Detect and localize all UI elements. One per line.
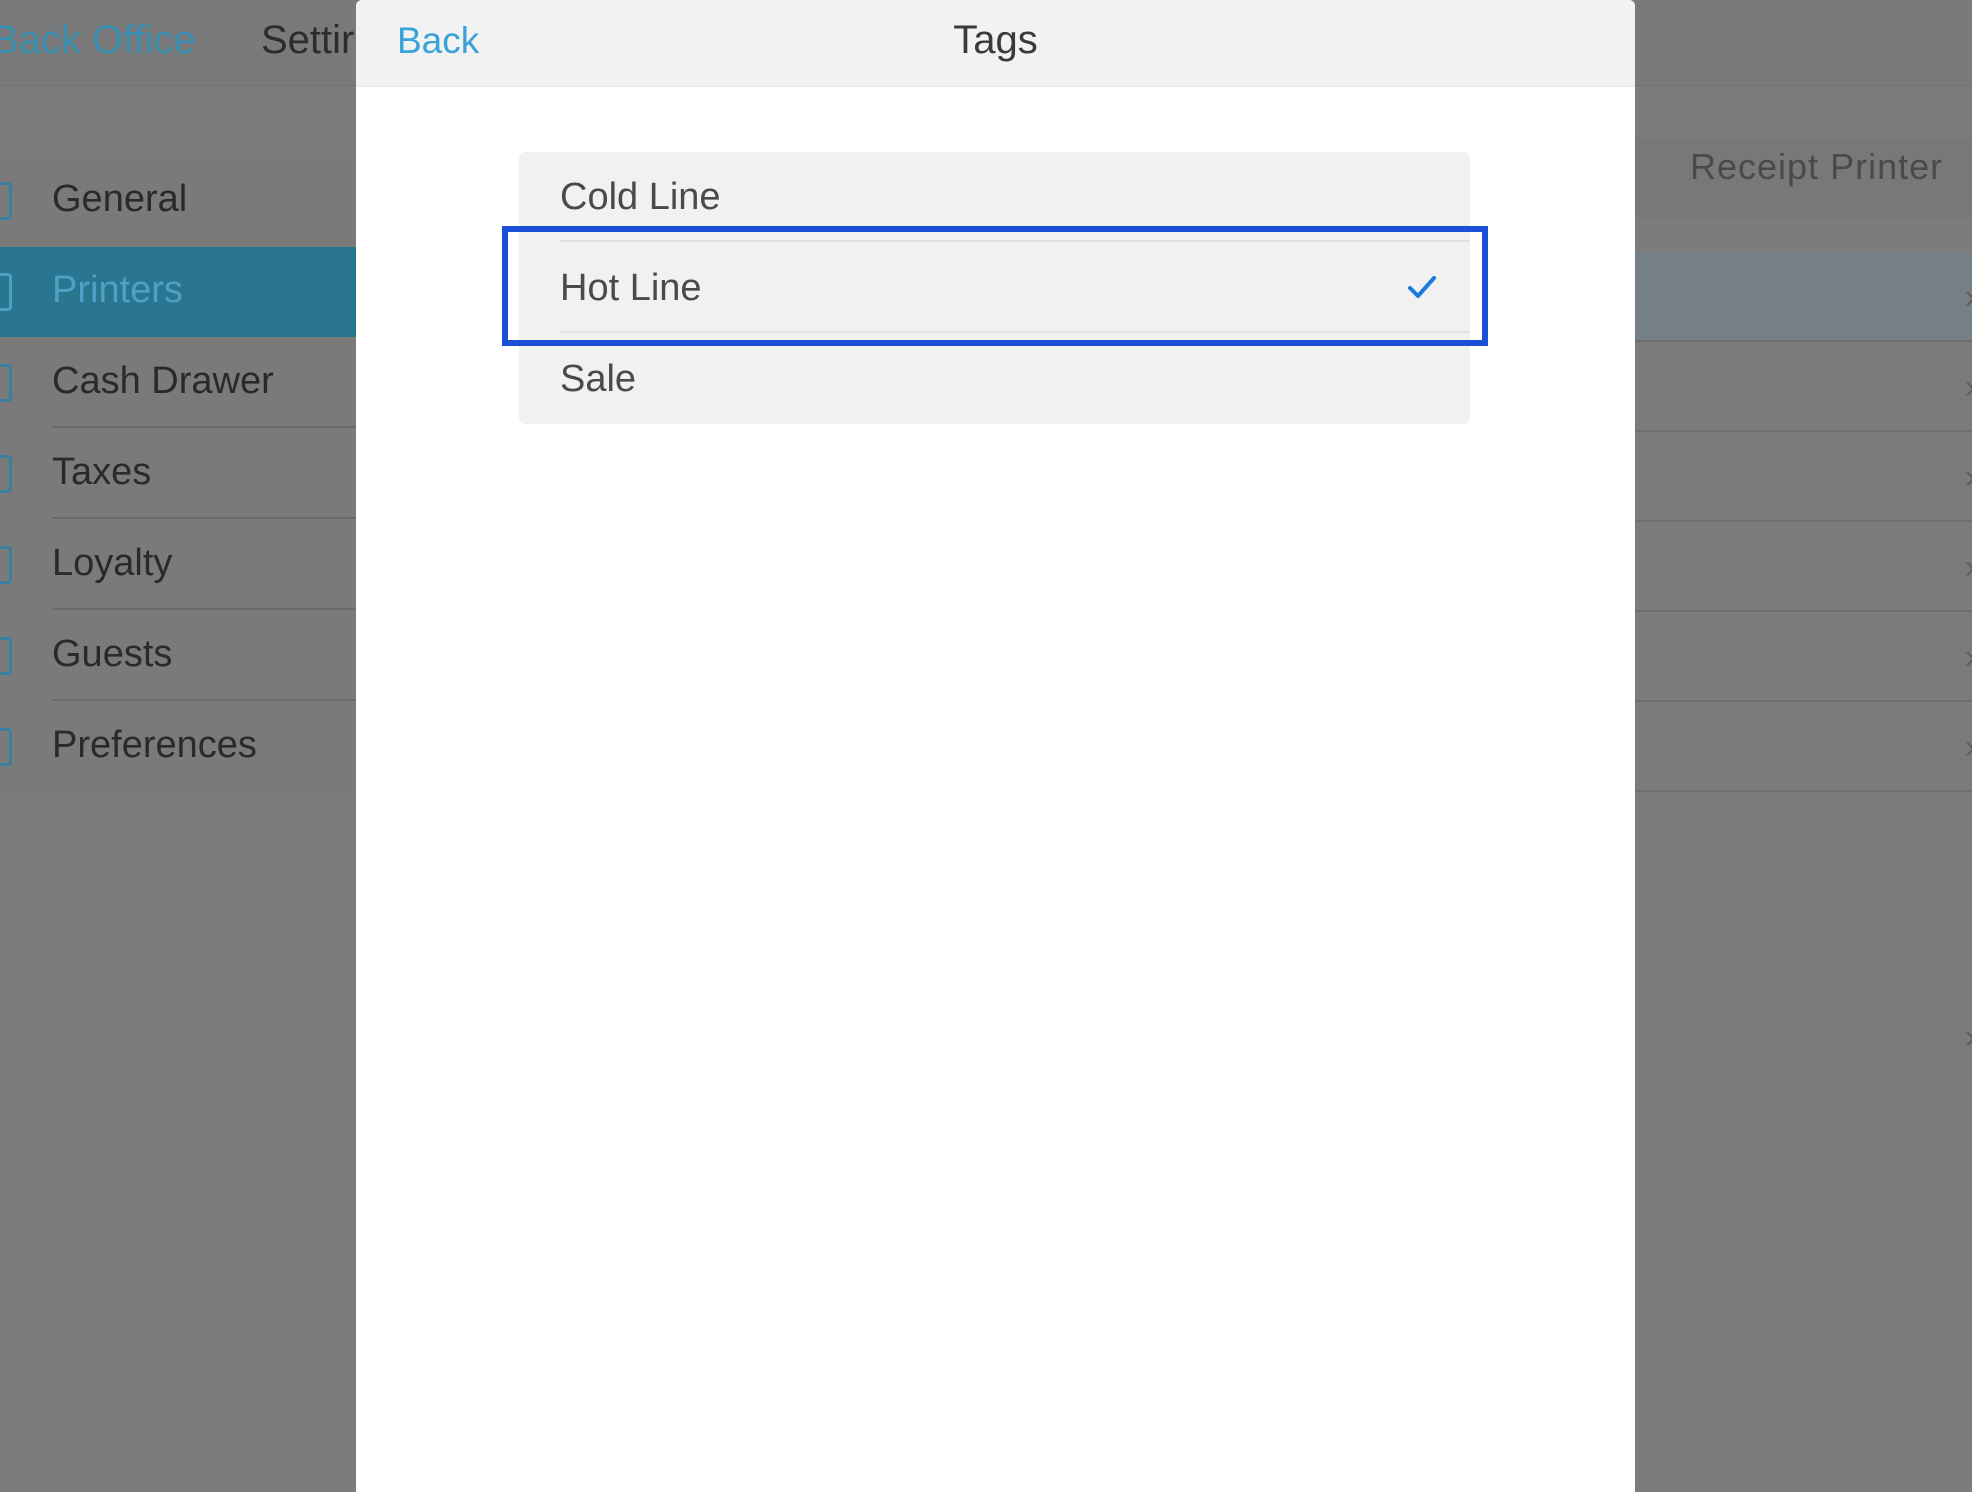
sidebar-item-label: Loyalty xyxy=(52,542,173,584)
preferences-icon xyxy=(0,728,12,766)
chevron-right-icon: › xyxy=(1965,548,1972,587)
sidebar-item-guests[interactable]: Guests xyxy=(0,611,356,701)
sidebar-item-cash-drawer[interactable]: Cash Drawer xyxy=(0,338,356,428)
right-list-row[interactable]: › xyxy=(1634,702,1972,792)
divider xyxy=(52,426,356,428)
tag-label: Sale xyxy=(560,358,637,400)
divider xyxy=(560,331,1470,333)
sidebar-item-taxes[interactable]: Taxes xyxy=(0,429,356,519)
divider xyxy=(52,517,356,519)
sidebar-item-general[interactable]: General xyxy=(0,156,356,246)
modal-header: Back Tags xyxy=(356,0,1635,87)
tag-item-sale[interactable]: Sale xyxy=(519,334,1470,424)
divider xyxy=(52,608,356,610)
taxes-icon xyxy=(0,455,12,493)
loyalty-icon xyxy=(0,546,12,584)
tag-item-cold-line[interactable]: Cold Line xyxy=(519,152,1470,242)
right-list-row[interactable]: › xyxy=(1634,522,1972,612)
chevron-right-icon: › xyxy=(1965,1018,1972,1057)
right-list-row[interactable]: › xyxy=(1634,432,1972,522)
settings-title: Settir xyxy=(261,18,355,62)
right-list-row[interactable]: › xyxy=(1634,252,1972,342)
guests-icon xyxy=(0,637,12,675)
modal-title: Tags xyxy=(953,18,1038,62)
document-icon xyxy=(0,182,12,220)
app-root: Back Office Settir General Printers Cash… xyxy=(0,0,1972,1492)
sidebar-item-label: Guests xyxy=(52,633,173,675)
right-list-row[interactable]: › xyxy=(1634,612,1972,702)
chevron-right-icon: › xyxy=(1965,728,1972,767)
receipt-printer-header: Receipt Printer xyxy=(1634,138,1972,218)
tag-item-hot-line[interactable]: Hot Line xyxy=(519,243,1470,333)
chevron-right-icon: › xyxy=(1965,368,1972,407)
sidebar-item-label: General xyxy=(52,178,188,220)
checkmark-icon xyxy=(1408,276,1436,298)
right-list-row[interactable]: › xyxy=(1634,992,1972,1082)
sidebar-item-preferences[interactable]: Preferences xyxy=(0,702,356,792)
sidebar-item-label: Cash Drawer xyxy=(52,360,274,402)
sidebar-item-loyalty[interactable]: Loyalty xyxy=(0,520,356,610)
sidebar-item-label: Preferences xyxy=(52,724,257,766)
printer-icon xyxy=(0,273,12,311)
tag-list: Cold Line Hot Line Sale xyxy=(519,152,1470,424)
receipt-printer-label: Receipt Printer xyxy=(1690,146,1944,187)
right-list-row[interactable]: › xyxy=(1634,342,1972,432)
sidebar-item-label: Printers xyxy=(52,269,183,311)
tags-modal: Back Tags Cold Line Hot Line Sale xyxy=(356,0,1635,1492)
tag-label: Cold Line xyxy=(560,176,721,218)
divider xyxy=(560,240,1470,242)
sidebar-item-label: Taxes xyxy=(52,451,152,493)
back-office-link[interactable]: Back Office xyxy=(0,18,196,63)
cash-drawer-icon xyxy=(0,364,12,402)
tag-label: Hot Line xyxy=(560,267,702,309)
divider xyxy=(52,699,356,701)
chevron-right-icon: › xyxy=(1965,278,1972,317)
sidebar-item-printers[interactable]: Printers xyxy=(0,247,356,337)
settings-sidebar: General Printers Cash Drawer Taxes Loyal… xyxy=(0,156,356,794)
chevron-right-icon: › xyxy=(1965,458,1972,497)
chevron-right-icon: › xyxy=(1965,638,1972,677)
